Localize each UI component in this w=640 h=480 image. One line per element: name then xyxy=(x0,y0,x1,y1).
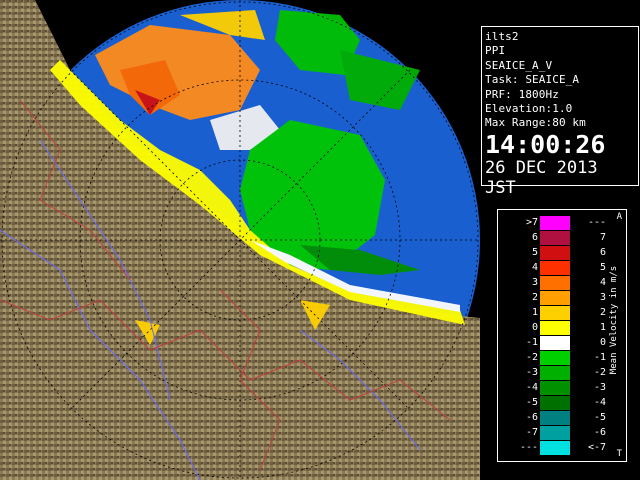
legend-swatch xyxy=(540,216,570,230)
legend-left-value: 3 xyxy=(531,277,538,288)
legend-swatch xyxy=(540,321,570,335)
max-range-value: Max Range:80 km xyxy=(485,116,586,130)
legend-row: -6 -5 xyxy=(498,411,626,425)
legend-row: 67 xyxy=(498,231,626,245)
legend-right-value: -4 xyxy=(593,397,606,408)
legend-right-value: 7 xyxy=(599,232,606,243)
legend-right-value: 2 xyxy=(599,307,606,318)
legend-right-value: -2 xyxy=(593,367,606,378)
legend-left-value: 0 xyxy=(531,322,538,333)
legend-row: --- <-7 xyxy=(498,441,626,455)
legend-swatch xyxy=(540,336,570,350)
legend-swatch xyxy=(540,426,570,440)
legend-swatch xyxy=(540,291,570,305)
legend-left-value: -6 xyxy=(525,412,538,423)
scan-time: 14:00:26 xyxy=(485,129,606,159)
legend-left-value: -7 xyxy=(525,427,538,438)
legend-right-value: -3 xyxy=(593,382,606,393)
legend-right-value: <-7 xyxy=(587,442,606,453)
legend-swatch xyxy=(540,441,570,455)
scan-type: PPI xyxy=(485,44,506,58)
task-name: Task: SEAICE_A xyxy=(485,73,580,87)
legend-left-value: 1 xyxy=(531,307,538,318)
legend-left-value: 6 xyxy=(531,232,538,243)
legend-left-value: --- xyxy=(519,442,538,453)
legend-right-value: 0 xyxy=(599,337,606,348)
legend-left-value: -2 xyxy=(525,352,538,363)
legend-swatch xyxy=(540,411,570,425)
legend-right-value: 6 xyxy=(599,247,606,258)
legend-swatch xyxy=(540,246,570,260)
legend-row: -7 -6 xyxy=(498,426,626,440)
legend-left-value: 4 xyxy=(531,262,538,273)
radar-map xyxy=(0,0,480,480)
site-name: ilts2 xyxy=(485,30,519,43)
legend-right-value: -5 xyxy=(593,412,606,423)
legend-right-value: 4 xyxy=(599,277,606,288)
legend-right-value: 1 xyxy=(599,322,606,333)
legend-left-value: -4 xyxy=(525,382,538,393)
prf-value: PRF: 1800Hz xyxy=(485,87,559,101)
legend-left-value: -5 xyxy=(525,397,538,408)
legend-swatch xyxy=(540,351,570,365)
velocity-legend: A T >7 --- 6 7 5 6 4 5 3 4 2 3 1 2 0 1 -1 0 -2 -1 -3 -2 -4 -3 -5… xyxy=(497,209,627,462)
legend-swatch xyxy=(540,261,570,275)
legend-left-value: 2 xyxy=(531,292,538,303)
scan-date: 26 DEC 2013 JST xyxy=(485,157,598,198)
legend-swatch xyxy=(540,366,570,380)
legend-swatch xyxy=(540,381,570,395)
legend-right-value: 5 xyxy=(599,262,606,273)
legend-unit-label: Mean Velocity in m/s xyxy=(609,265,619,375)
legend-swatch xyxy=(540,231,570,245)
legend-right-value: --- xyxy=(587,217,606,228)
legend-left-value: -1 xyxy=(525,337,538,348)
elevation-value: Elevation:1.0 xyxy=(485,102,573,116)
legend-right-value: -6 xyxy=(593,427,606,438)
legend-right-value: -1 xyxy=(593,352,606,363)
legend-right-value: 3 xyxy=(599,292,606,303)
product-name: SEAICE_A_V xyxy=(485,58,553,72)
legend-unit: Mean Velocity in m/s xyxy=(604,250,620,400)
legend-swatch xyxy=(540,306,570,320)
legend-swatch xyxy=(540,396,570,410)
radar-info-panel: ilts2 PPI SEAICE_A_V Task: SEAICE_A PRF:… xyxy=(481,26,639,198)
legend-left-value: 5 xyxy=(531,247,538,258)
legend-row: >7 --- xyxy=(498,216,626,230)
legend-left-value: >7 xyxy=(525,217,538,228)
legend-swatch xyxy=(540,276,570,290)
legend-left-value: -3 xyxy=(525,367,538,378)
